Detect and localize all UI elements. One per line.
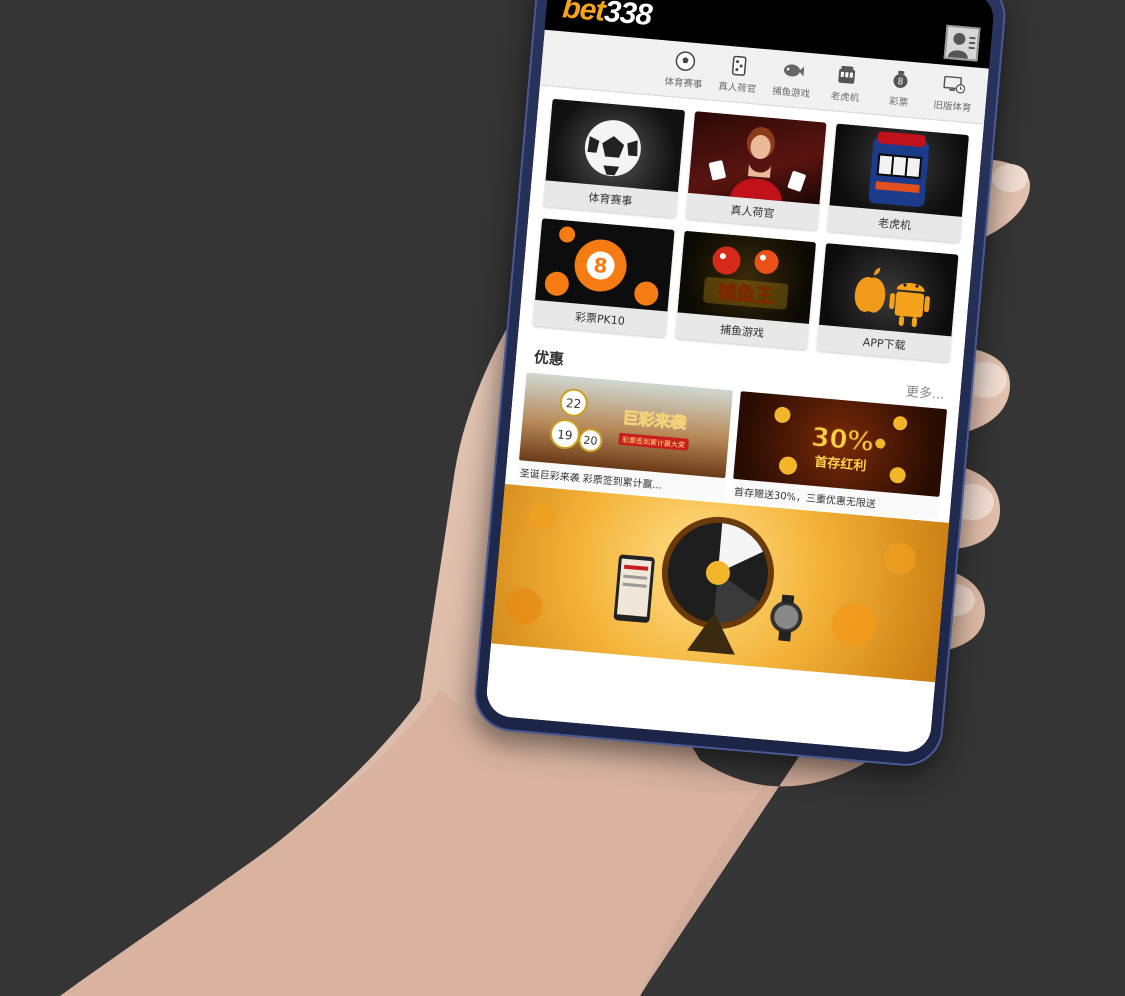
logo-bet-text: bet xyxy=(561,0,606,28)
app-download-art xyxy=(819,243,959,337)
game-grid: 体育赛事 真人荷官 老虎机 8 彩票PK10 捕鱼王 捕鱼游戏 APP下载 xyxy=(519,86,984,364)
promo-art-title: 30% xyxy=(810,423,875,458)
lottery-ball-number: 8 xyxy=(593,253,609,278)
promotions-more-link[interactable]: 更多... xyxy=(905,381,945,403)
promo-card-christmas-lottery[interactable]: 22 19 20 巨彩来袭 彩票签到累计赢大奖 圣诞巨彩来袭 彩票签到累计赢..… xyxy=(516,372,733,502)
lottery-ball-icon: 8 xyxy=(889,68,913,92)
nav-item-slots[interactable]: 老虎机 xyxy=(819,54,874,113)
android-logo-icon xyxy=(889,283,931,328)
nav-label: 老虎机 xyxy=(830,90,860,105)
phone-device: bet338 体育赛事 真人荷官 捕鱼游戏 老虎机 8 彩票 旧版体育 体育赛事… xyxy=(471,0,1009,769)
fish-icon xyxy=(781,59,805,83)
nav-label: 真人荷官 xyxy=(717,81,757,96)
user-profile-icon xyxy=(947,32,976,59)
user-avatar-button[interactable] xyxy=(943,24,981,62)
poker-chips-icon xyxy=(727,54,751,78)
soccer-ball-icon xyxy=(673,49,697,73)
game-tile-sports[interactable]: 体育赛事 xyxy=(543,98,685,218)
lottery-ball-label: 19 xyxy=(557,427,573,442)
lottery-ball-label: 20 xyxy=(583,434,598,448)
game-tile-lottery[interactable]: 8 彩票PK10 xyxy=(532,218,675,338)
slot-machine-art xyxy=(829,123,970,217)
game-tile-slots[interactable]: 老虎机 xyxy=(827,123,970,243)
promotions-title: 优惠 xyxy=(533,348,565,369)
christmas-lottery-art: 22 19 20 巨彩来袭 彩票签到累计赢大奖 xyxy=(518,372,733,479)
lottery-ball-label: 22 xyxy=(565,396,581,411)
promo-art-title: 巨彩来袭 xyxy=(622,408,688,433)
app-content: 体育赛事 真人荷官 老虎机 8 彩票PK10 捕鱼王 捕鱼游戏 APP下载 优惠… xyxy=(484,85,985,754)
nav-item-sports[interactable]: 体育赛事 xyxy=(657,40,712,99)
nav-item-live-dealer[interactable]: 真人荷官 xyxy=(711,45,766,104)
fishing-king-art: 捕鱼王 xyxy=(677,230,817,324)
first-deposit-art: 30% 首存红利 xyxy=(733,391,948,497)
bet338-logo[interactable]: bet338 xyxy=(561,0,653,32)
live-dealer-art xyxy=(687,111,827,205)
nav-item-legacy-sports[interactable]: 旧版体育 xyxy=(926,64,981,123)
logo-number-text: 338 xyxy=(602,0,653,32)
phone-screen: bet338 体育赛事 真人荷官 捕鱼游戏 老虎机 8 彩票 旧版体育 体育赛事… xyxy=(484,0,996,754)
monitor-clock-icon xyxy=(942,73,966,97)
nav-label: 体育赛事 xyxy=(664,76,703,91)
svg-text:8: 8 xyxy=(897,77,904,87)
promo-art-subtitle: 首存红利 xyxy=(814,454,867,474)
lottery-ball-art: 8 xyxy=(535,218,675,312)
nav-label: 旧版体育 xyxy=(932,99,972,115)
promo-card-first-deposit[interactable]: 30% 首存红利 首存赠送30%，三重优惠无限送 xyxy=(731,391,948,520)
game-tile-fishing[interactable]: 捕鱼王 捕鱼游戏 xyxy=(674,230,817,350)
nav-label: 捕鱼游戏 xyxy=(771,85,811,101)
game-tile-app-download[interactable]: APP下载 xyxy=(816,243,959,363)
nav-item-lottery[interactable]: 8 彩票 xyxy=(873,59,928,118)
game-tile-live-dealer[interactable]: 真人荷官 xyxy=(685,111,827,231)
nav-label: 彩票 xyxy=(888,96,909,109)
apple-logo-icon xyxy=(855,267,886,313)
nav-item-fishing[interactable]: 捕鱼游戏 xyxy=(765,49,820,108)
soccer-ball-art xyxy=(545,98,685,192)
slot-machine-icon xyxy=(835,63,859,87)
